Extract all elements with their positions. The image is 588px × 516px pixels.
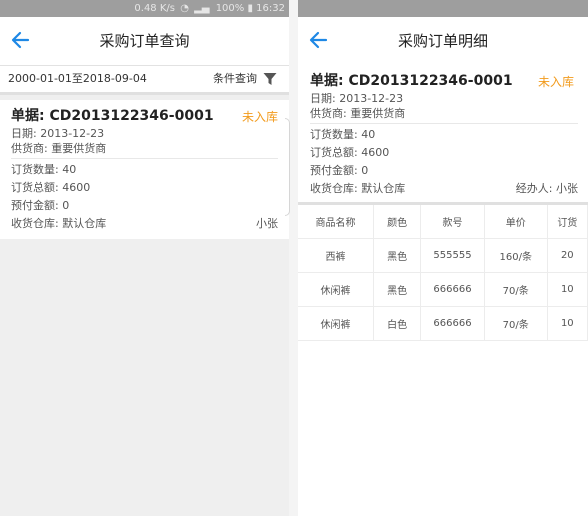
cell-product: 西裤 xyxy=(298,238,374,273)
order-items-table: 商品名称 颜色 款号 单价 订货 西裤 黑色 555555 160/条 20 休… xyxy=(298,205,588,341)
filter-bar: 2000-01-01至2018-09-04 条件查询 xyxy=(0,65,289,95)
cell-order-qty: 20 xyxy=(547,238,588,273)
network-speed: 0.48 K/s xyxy=(134,3,175,14)
order-status-badge: 未入库 xyxy=(241,110,278,124)
column-header-order-qty: 订货 xyxy=(547,205,588,239)
divider xyxy=(310,123,578,124)
signal-icon: ▂▄ xyxy=(194,3,210,14)
table-row[interactable]: 西裤 黑色 555555 160/条 20 xyxy=(298,238,588,273)
page-title: 采购订单明细 xyxy=(397,32,488,50)
order-query-screen: 0.48 K/s ◔ ▂▄ 100% ▮ 16:32 采购订单查询 2000-0… xyxy=(0,0,289,516)
order-quantity: 订货数量: 40 xyxy=(11,163,77,176)
cell-unit-price: 70/条 xyxy=(484,272,548,307)
order-handler: 小张 xyxy=(256,217,278,230)
table-header-row: 商品名称 颜色 款号 单价 订货 xyxy=(298,205,588,239)
cell-style-no: 555555 xyxy=(420,238,485,273)
order-number: 单据: CD2013122346-0001 xyxy=(11,108,214,124)
order-summary: 单据: CD2013122346-0001 未入库 日期: 2013-12-23… xyxy=(298,65,588,205)
column-header-style-no: 款号 xyxy=(420,205,485,239)
condition-query-button[interactable]: 条件查询 xyxy=(213,66,277,92)
order-supplier: 供货商: 重要供货商 xyxy=(11,142,107,155)
battery-level: 100% xyxy=(215,3,245,14)
cell-style-no: 666666 xyxy=(420,306,485,341)
column-header-color: 颜色 xyxy=(373,205,422,239)
order-warehouse: 收货仓库: 默认仓库 xyxy=(11,217,107,230)
order-card[interactable]: 单据: CD2013122346-0001 未入库 日期: 2013-12-23… xyxy=(0,100,289,239)
order-total: 订货总额: 4600 xyxy=(11,181,91,194)
column-header-product: 商品名称 xyxy=(298,205,374,239)
cell-color: 白色 xyxy=(373,306,422,341)
cell-style-no: 666666 xyxy=(420,272,485,307)
order-date: 日期: 2013-12-23 xyxy=(11,127,105,140)
cell-order-qty: 10 xyxy=(547,272,588,307)
wifi-icon: ◔ xyxy=(180,3,189,14)
cell-unit-price: 160/条 xyxy=(484,238,548,273)
table-row[interactable]: 休闲裤 黑色 666666 70/条 10 xyxy=(298,272,588,307)
back-arrow-icon[interactable] xyxy=(306,27,332,53)
order-footer: 收货仓库: 默认仓库 小张 xyxy=(11,215,278,233)
condition-query-label: 条件查询 xyxy=(213,72,257,85)
date-range[interactable]: 2000-01-01至2018-09-04 xyxy=(8,66,147,92)
order-date: 日期: 2013-12-23 xyxy=(310,92,404,105)
clock: 16:32 xyxy=(256,3,285,14)
title-bar: 采购订单查询 xyxy=(0,17,289,65)
back-arrow-icon[interactable] xyxy=(8,27,34,53)
order-detail-screen: 采购订单明细 单据: CD2013122346-0001 未入库 日期: 201… xyxy=(298,0,588,516)
battery-icon: ▮ xyxy=(247,3,253,14)
order-prepaid: 预付金额: 0 xyxy=(310,164,369,177)
column-header-unit-price: 单价 xyxy=(484,205,548,239)
cell-order-qty: 10 xyxy=(547,306,588,341)
cell-product: 休闲裤 xyxy=(298,272,374,307)
order-supplier: 供货商: 重要供货商 xyxy=(310,107,406,120)
status-bar: 0.48 K/s ◔ ▂▄ 100% ▮ 16:32 xyxy=(0,0,289,17)
page-title: 采购订单查询 xyxy=(99,32,190,50)
cell-color: 黑色 xyxy=(373,238,422,273)
order-handler: 经办人: 小张 xyxy=(515,182,578,195)
divider xyxy=(11,158,278,159)
cell-product: 休闲裤 xyxy=(298,306,374,341)
order-total: 订货总额: 4600 xyxy=(310,146,390,159)
order-warehouse: 收货仓库: 默认仓库 xyxy=(310,182,406,195)
title-bar: 采购订单明细 xyxy=(298,17,588,65)
order-status-badge: 未入库 xyxy=(537,75,574,89)
cell-unit-price: 70/条 xyxy=(484,306,548,341)
screen-divider xyxy=(289,0,298,516)
table-row[interactable]: 休闲裤 白色 666666 70/条 10 xyxy=(298,306,588,341)
cell-color: 黑色 xyxy=(373,272,422,307)
status-bar xyxy=(298,0,588,17)
section-separator xyxy=(298,202,588,205)
order-footer: 收货仓库: 默认仓库 经办人: 小张 xyxy=(310,180,578,198)
order-prepaid: 预付金额: 0 xyxy=(11,199,70,212)
scroll-edge-indicator xyxy=(285,118,290,216)
status-icons: ◔ ▂▄ xyxy=(178,0,209,17)
order-quantity: 订货数量: 40 xyxy=(310,128,376,141)
funnel-filter-icon xyxy=(263,73,277,85)
